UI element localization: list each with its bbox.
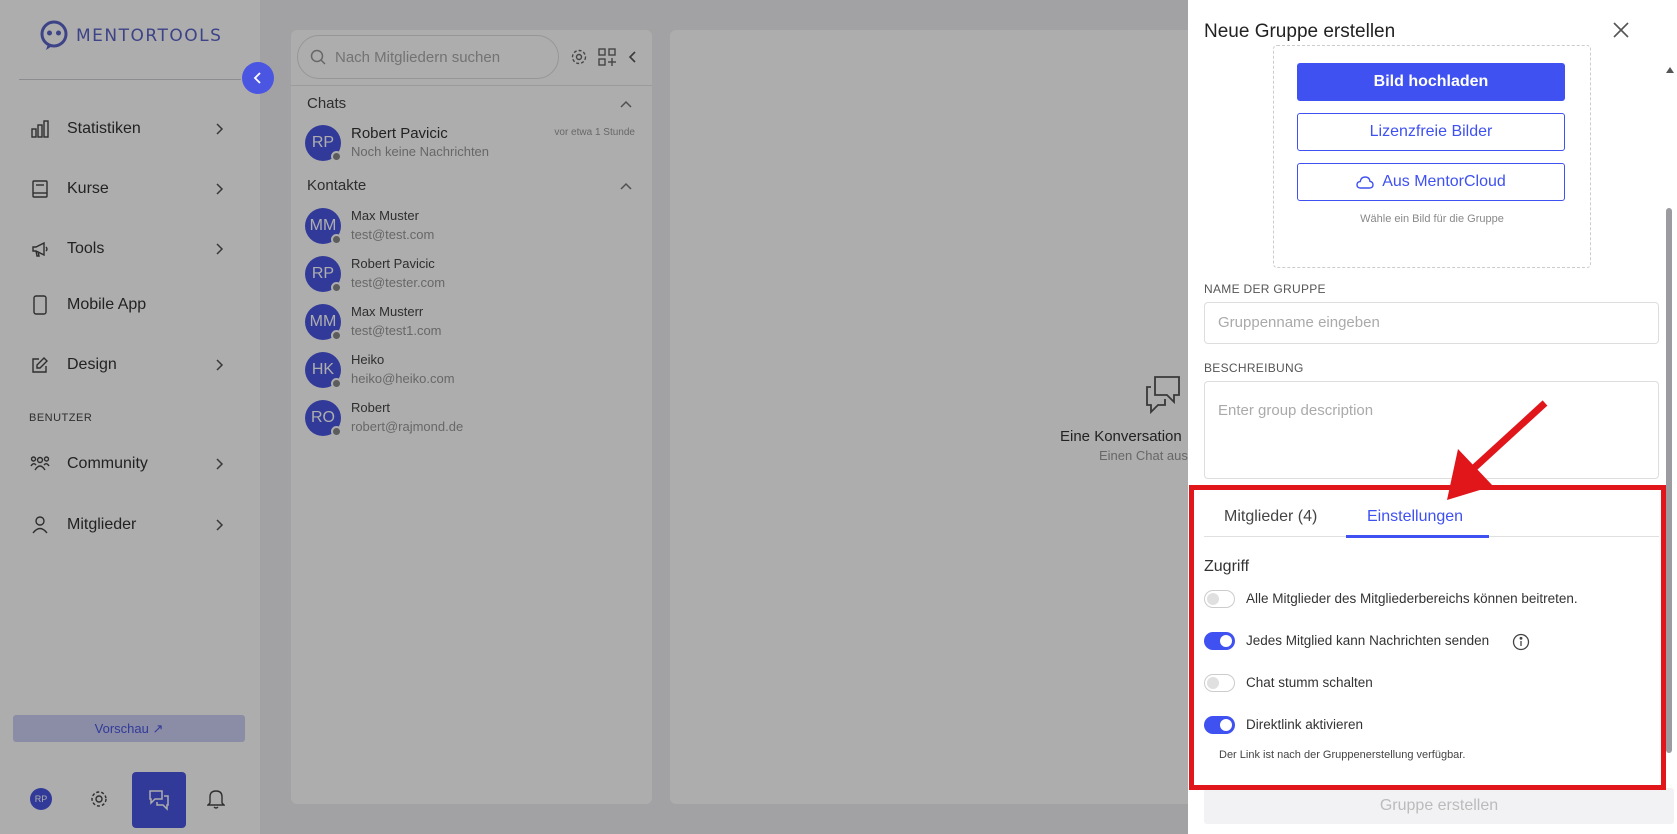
free-images-button[interactable]: Lizenzfreie Bilder [1297,113,1565,151]
chevron-left-icon [253,72,261,84]
mentorcloud-button[interactable]: Aus MentorCloud [1297,163,1565,201]
upload-image-button[interactable]: Bild hochladen [1297,63,1565,101]
description-textarea[interactable]: Enter group description [1204,381,1659,479]
collapse-sidebar-button[interactable] [242,62,274,94]
create-group-button[interactable]: Gruppe erstellen [1204,788,1674,824]
close-icon[interactable] [1613,22,1629,38]
highlight-box [1189,485,1666,790]
group-name-placeholder: Gruppenname eingeben [1218,314,1380,331]
scrollbar-thumb[interactable] [1666,208,1672,753]
button-label: Aus MentorCloud [1382,173,1506,190]
cloud-icon [1356,175,1374,189]
button-label: Lizenzfreie Bilder [1369,123,1493,140]
group-name-input[interactable]: Gruppenname eingeben [1204,302,1659,344]
scroll-up-icon[interactable] [1666,67,1674,73]
description-placeholder: Enter group description [1218,402,1374,419]
description-label: BESCHREIBUNG [1204,361,1304,375]
drawer-title: Neue Gruppe erstellen [1204,21,1396,42]
modal-backdrop[interactable] [0,0,1188,834]
group-name-label: NAME DER GRUPPE [1204,282,1326,296]
upload-hint: Wähle ein Bild für die Gruppe [1360,213,1504,225]
